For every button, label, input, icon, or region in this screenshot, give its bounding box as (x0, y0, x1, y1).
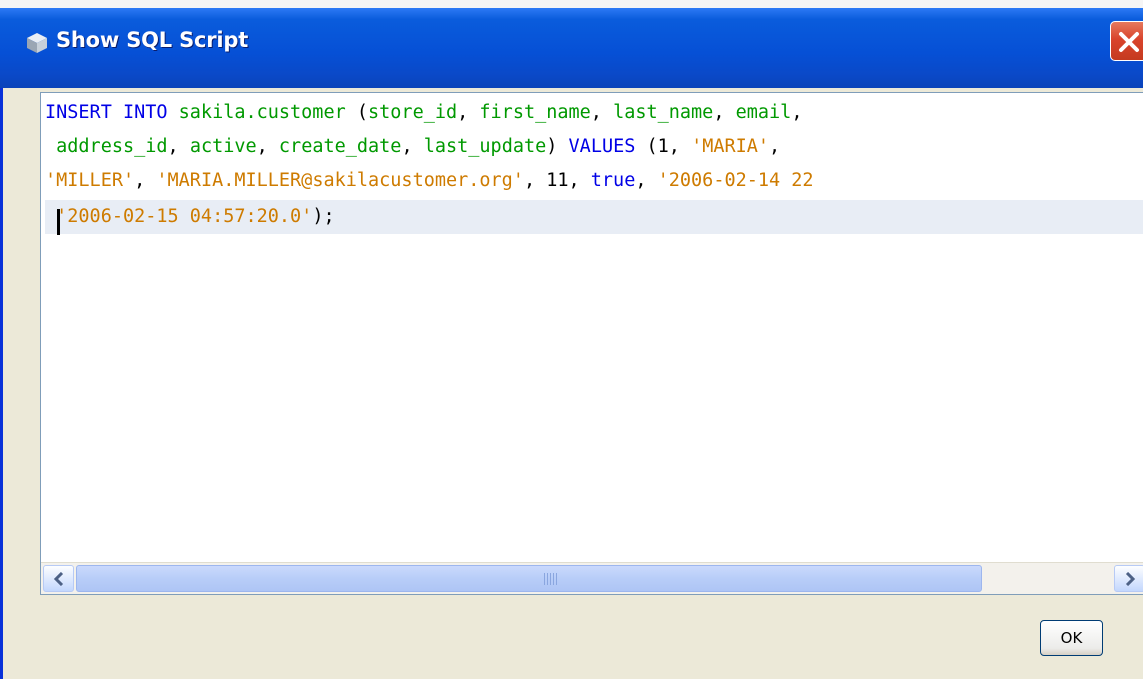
code-token: , 11, (523, 170, 591, 191)
code-line: 'MILLER', 'MARIA.MILLER@sakilacustomer.o… (45, 164, 1143, 198)
close-icon (1119, 32, 1139, 52)
code-line: address_id, active, create_date, last_up… (45, 130, 1143, 164)
code-token: last_name (613, 102, 714, 123)
close-button[interactable] (1110, 21, 1143, 61)
scroll-right-button[interactable] (1114, 565, 1143, 592)
horizontal-scrollbar[interactable] (41, 562, 1143, 594)
code-token: address_id (56, 136, 168, 157)
code-token: , (457, 102, 480, 123)
code-token: , (791, 102, 803, 123)
text-caret (57, 209, 60, 235)
ok-button[interactable]: OK (1040, 620, 1103, 656)
code-line: INSERT INTO sakila.customer (store_id, f… (45, 96, 1143, 130)
code-token: , (401, 136, 424, 157)
code-token: '2006-02-15 04:57:20.0' (56, 206, 313, 227)
code-token: , (713, 102, 736, 123)
code-token: '2006-02-14 22 (657, 170, 814, 191)
code-token: first_name (479, 102, 591, 123)
code-token: sakila.customer (178, 102, 346, 123)
code-token: ); (312, 206, 335, 227)
code-token: create_date (278, 136, 402, 157)
code-token: VALUES (568, 136, 636, 157)
code-token: , (590, 102, 614, 123)
code-token: email (735, 102, 792, 123)
code-token: INSERT INTO (45, 102, 179, 123)
scrollbar-thumb[interactable] (76, 565, 982, 592)
cube-icon (27, 33, 47, 53)
code-token: , (635, 170, 658, 191)
title-bar[interactable]: Show SQL Script (0, 0, 1143, 88)
code-token: store_id (368, 102, 458, 123)
code-token: active (189, 136, 257, 157)
sql-editor[interactable]: INSERT INTO sakila.customer (store_id, f… (40, 92, 1143, 595)
scroll-left-button[interactable] (43, 565, 74, 592)
code-token: 'MILLER' (45, 170, 135, 191)
code-token: last_update (423, 136, 547, 157)
show-sql-dialog: Show SQL Script INSERT INTO sakila.custo… (0, 0, 1143, 679)
code-token: ) (546, 136, 569, 157)
code-token: , (769, 136, 781, 157)
title-bar-top-edge (0, 0, 1143, 8)
code-token: true (590, 170, 636, 191)
scrollbar-grip (544, 573, 558, 585)
code-token: (1, (635, 136, 692, 157)
code-token: , (256, 136, 279, 157)
code-token: ( (345, 102, 369, 123)
chevron-right-icon (1125, 572, 1136, 586)
code-token: , (134, 170, 157, 191)
code-line: '2006-02-15 04:57:20.0'); (45, 200, 1143, 234)
chevron-left-icon (53, 572, 64, 586)
window-title: Show SQL Script (56, 28, 249, 52)
code-token: 'MARIA' (691, 136, 770, 157)
code-token: 'MARIA.MILLER@sakilacustomer.org' (156, 170, 524, 191)
code-token: , (167, 136, 190, 157)
